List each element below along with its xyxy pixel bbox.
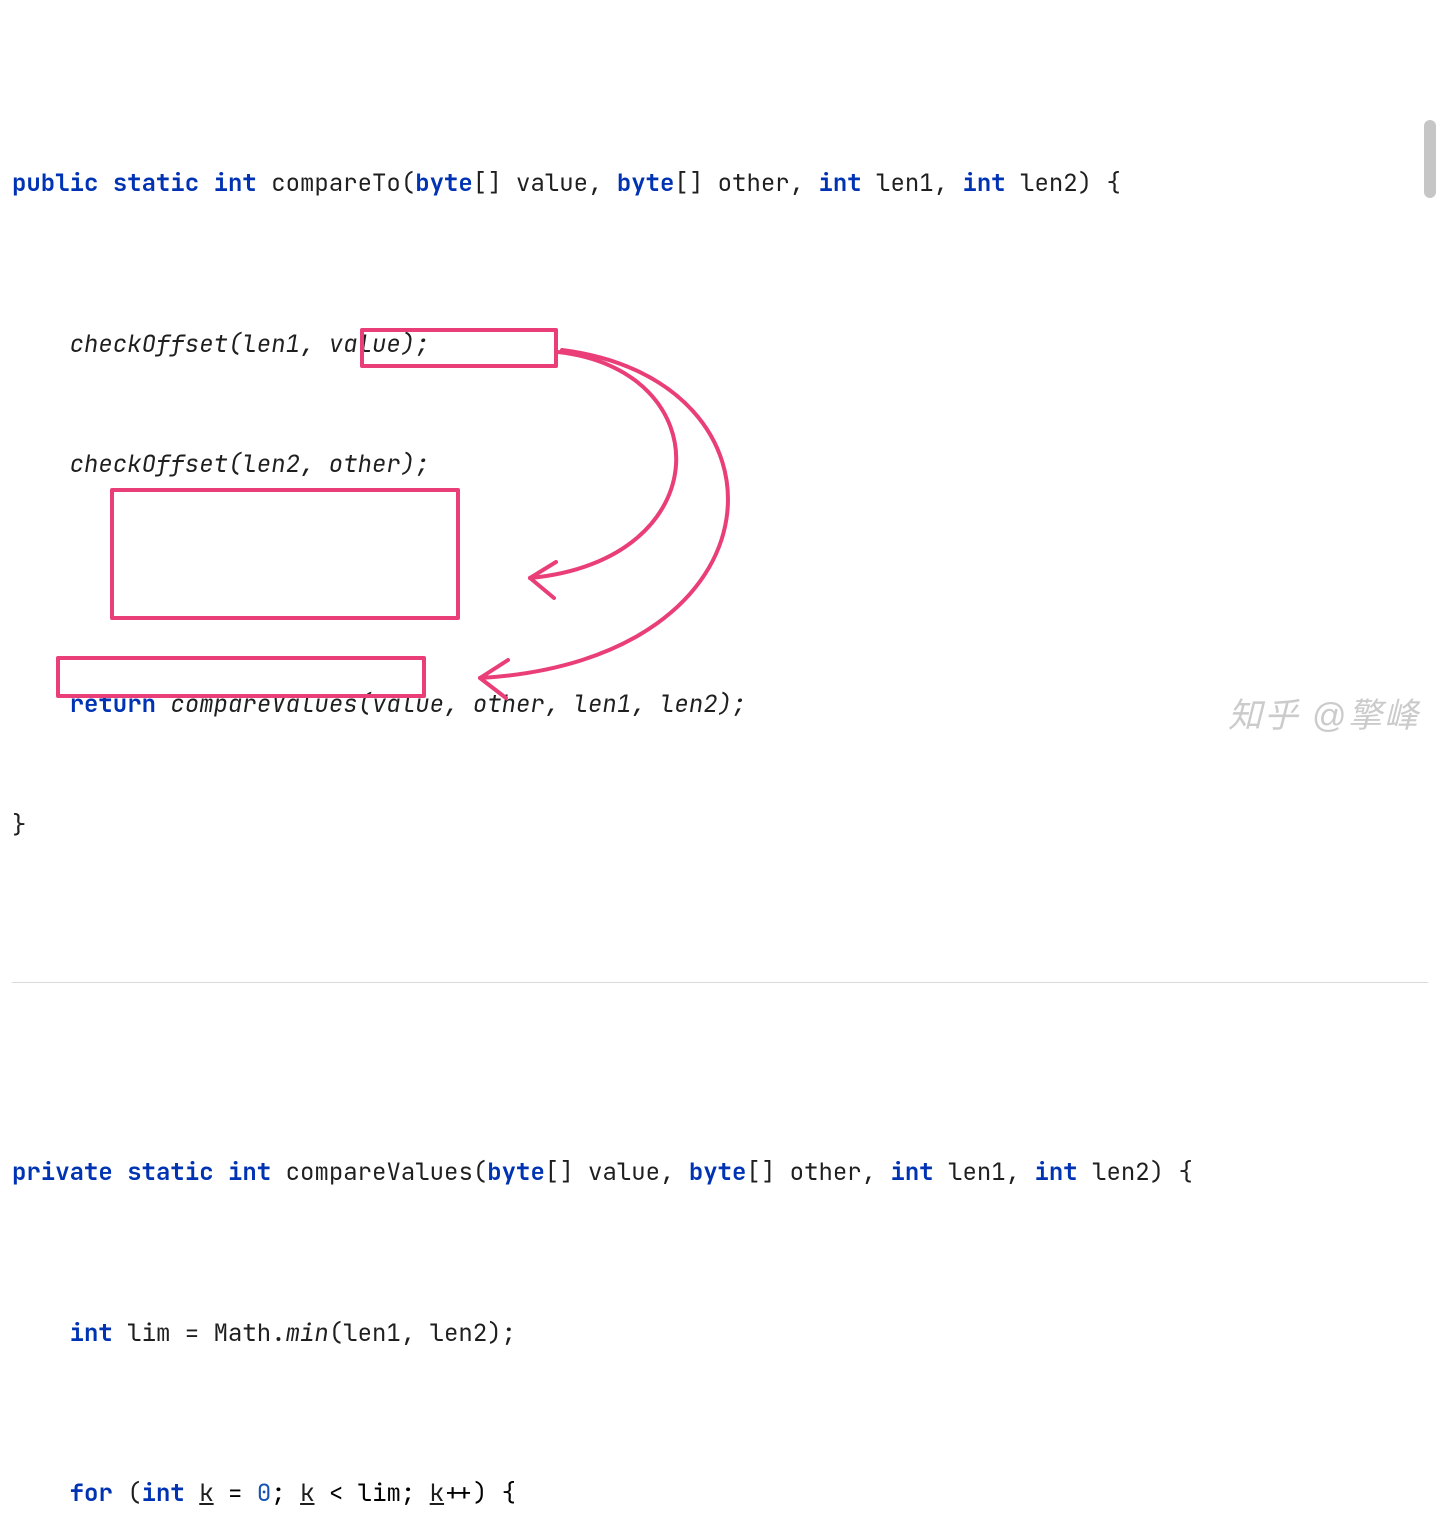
code-line: return compareValues(value, other, len1,… xyxy=(12,685,1428,725)
code-line: checkOffset(len2, other); xyxy=(12,445,1428,485)
kw-int: int xyxy=(142,1478,185,1509)
code-line: public static int compareTo(byte[] value… xyxy=(12,164,1428,204)
kw-private: private xyxy=(12,1157,113,1188)
kw-int: int xyxy=(818,168,861,199)
code-line: checkOffset(len1, value); xyxy=(12,325,1428,365)
kw-static: static xyxy=(113,168,199,199)
code-line xyxy=(12,565,1428,605)
kw-int: int xyxy=(214,168,257,199)
kw-int: int xyxy=(1034,1157,1077,1188)
scrollbar-thumb[interactable] xyxy=(1424,120,1436,198)
kw-int: int xyxy=(70,1318,113,1349)
code-editor: public static int compareTo(byte[] value… xyxy=(0,0,1428,1534)
kw-byte: byte xyxy=(415,168,473,199)
code-line: int lim = Math.min(len1, len2); xyxy=(12,1314,1428,1354)
kw-for: for xyxy=(70,1478,113,1509)
kw-byte: byte xyxy=(689,1157,747,1188)
kw-int: int xyxy=(890,1157,933,1188)
kw-byte: byte xyxy=(617,168,675,199)
method-divider xyxy=(12,982,1428,983)
code-line: } xyxy=(12,806,1428,846)
kw-public: public xyxy=(12,168,98,199)
scrollbar-track[interactable] xyxy=(1422,0,1438,767)
code-line: for (int k = 0; k < lim; k++) { xyxy=(12,1474,1428,1514)
kw-int: int xyxy=(228,1157,271,1188)
kw-byte: byte xyxy=(487,1157,545,1188)
kw-static: static xyxy=(127,1157,213,1188)
kw-int: int xyxy=(962,168,1005,199)
kw-return: return xyxy=(70,689,156,720)
code-line: private static int compareValues(byte[] … xyxy=(12,1153,1428,1193)
